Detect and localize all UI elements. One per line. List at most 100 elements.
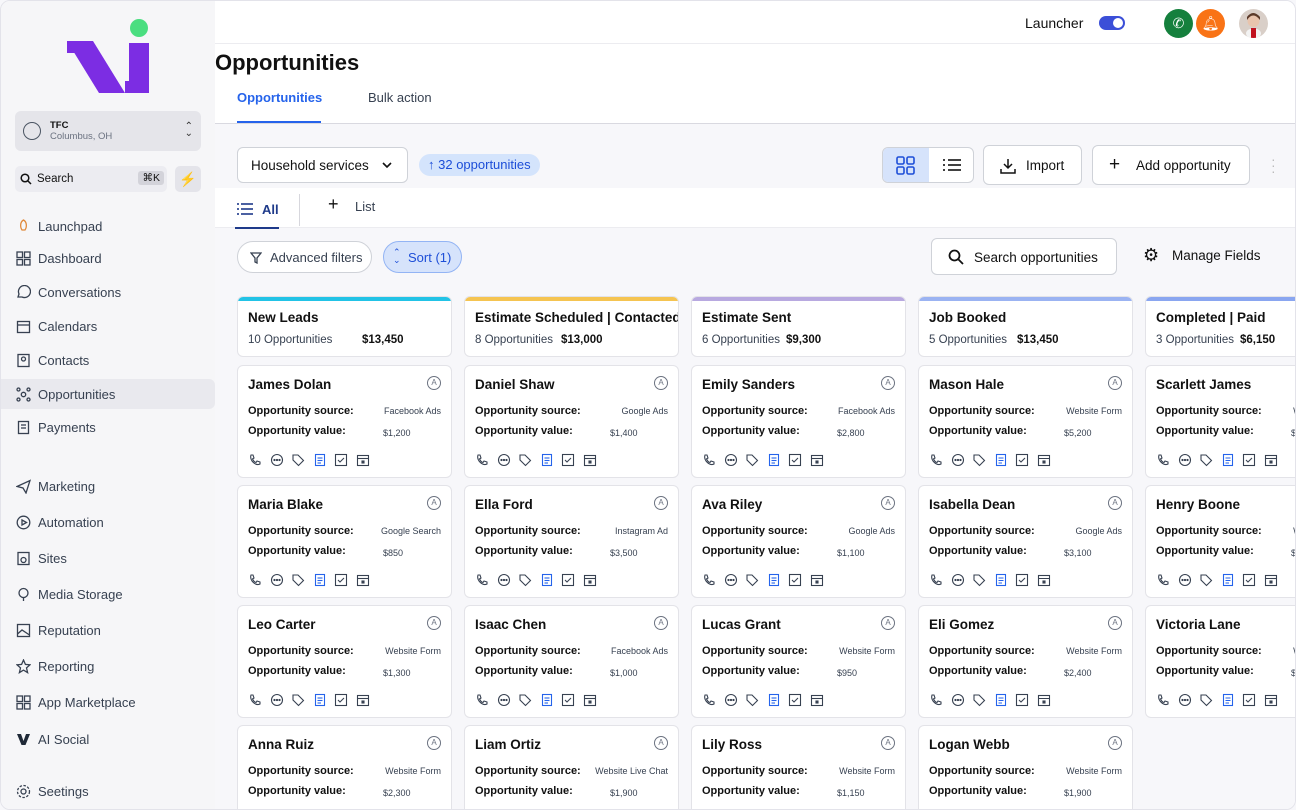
location-switcher[interactable]: TFC Columbus, OH ⌃ ⌄ [15,111,201,151]
calendar-icon[interactable] [583,693,597,707]
assign-user-icon[interactable]: A [1108,616,1122,630]
pipeline-dropdown[interactable]: Household services [237,147,408,183]
calendar-icon[interactable] [1037,573,1051,587]
launcher-toggle[interactable] [1099,16,1125,30]
phone-icon[interactable] [1156,573,1170,587]
opportunity-card[interactable]: Mason Hale A Opportunity source: Website Fo… [918,365,1133,478]
calendar-icon[interactable] [583,453,597,467]
assign-user-icon[interactable]: A [427,616,441,630]
phone-icon[interactable] [248,693,262,707]
calendar-icon[interactable] [810,573,824,587]
assign-user-icon[interactable]: A [881,376,895,390]
import-button[interactable]: Import [983,145,1082,185]
sidebar-item-opportunities[interactable]: Opportunities [1,379,215,409]
opportunity-card[interactable]: Eli Gomez A Opportunity source: Website For… [918,605,1133,718]
checkbox-icon[interactable] [334,573,348,587]
chat-icon[interactable] [270,453,284,467]
sidebar-item-reporting[interactable]: Reporting [1,651,215,681]
calendar-icon[interactable] [356,693,370,707]
note-icon[interactable] [994,693,1008,707]
checkbox-icon[interactable] [334,693,348,707]
sidebar-item-app-marketplace[interactable]: App Marketplace [1,687,215,717]
chat-icon[interactable] [951,693,965,707]
phone-icon[interactable] [248,453,262,467]
note-icon[interactable] [540,573,554,587]
calendar-icon[interactable] [810,693,824,707]
assign-user-icon[interactable]: A [881,736,895,750]
tag-icon[interactable] [518,693,532,707]
checkbox-icon[interactable] [561,693,575,707]
checkbox-icon[interactable] [788,693,802,707]
calendar-icon[interactable] [1037,693,1051,707]
phone-icon[interactable] [929,693,943,707]
opportunity-card[interactable]: Leo Carter A Opportunity source: Website Fo… [237,605,452,718]
tag-icon[interactable] [291,573,305,587]
sidebar-item-reputation[interactable]: Reputation [1,615,215,645]
checkbox-icon[interactable] [561,573,575,587]
tab-bulk-action[interactable]: Bulk action [368,90,432,105]
opportunity-card[interactable]: Anna Ruiz A Opportunity source: Website For… [237,725,452,809]
note-icon[interactable] [1221,453,1235,467]
tag-icon[interactable] [972,573,986,587]
checkbox-icon[interactable] [788,573,802,587]
calendar-icon[interactable] [583,573,597,587]
checkbox-icon[interactable] [788,453,802,467]
subtab-all[interactable]: All [262,202,279,217]
opportunity-card[interactable]: James Dolan A Opportunity source: Facebook … [237,365,452,478]
sidebar-item-launchpad[interactable]: Launchpad [1,211,215,241]
phone-icon[interactable]: ✆ [1164,9,1193,38]
sort-button[interactable]: ⌃ ⌄ Sort (1) [383,241,462,273]
sidebar-item-conversations[interactable]: Conversations [1,277,215,307]
sidebar-item-sites[interactable]: Sites [1,543,215,573]
advanced-filters-button[interactable]: Advanced filters [237,241,372,273]
note-icon[interactable] [313,453,327,467]
chat-icon[interactable] [270,573,284,587]
sidebar-item-contacts[interactable]: Contacts [1,345,215,375]
opportunity-card[interactable]: Ava Riley A Opportunity source: Google Ads O… [691,485,906,598]
sidebar-item-seetings[interactable]: Seetings [1,776,215,806]
note-icon[interactable] [767,693,781,707]
calendar-icon[interactable] [1037,453,1051,467]
note-icon[interactable] [994,453,1008,467]
tag-icon[interactable] [972,693,986,707]
phone-icon[interactable] [929,453,943,467]
phone-icon[interactable] [702,453,716,467]
chat-icon[interactable] [1178,693,1192,707]
note-icon[interactable] [994,573,1008,587]
user-avatar[interactable] [1239,9,1268,38]
note-icon[interactable] [540,693,554,707]
checkbox-icon[interactable] [1242,693,1256,707]
tab-opportunities[interactable]: Opportunities [237,90,322,105]
assign-user-icon[interactable]: A [427,496,441,510]
note-icon[interactable] [313,693,327,707]
tag-icon[interactable] [291,693,305,707]
tag-icon[interactable] [1199,453,1213,467]
opportunity-card[interactable]: Daniel Shaw A Opportunity source: Google Ad… [464,365,679,478]
note-icon[interactable] [767,573,781,587]
bell-icon[interactable]: 🔔︎ [1196,9,1225,38]
checkbox-icon[interactable] [1015,453,1029,467]
opportunity-card[interactable]: Emily Sanders A Opportunity source: Faceboo… [691,365,906,478]
chat-icon[interactable] [1178,573,1192,587]
tag-icon[interactable] [745,453,759,467]
opportunity-card[interactable]: Isabella Dean A Opportunity source: Google … [918,485,1133,598]
note-icon[interactable] [540,453,554,467]
opportunity-card[interactable]: Liam Ortiz A Opportunity source: Website Li… [464,725,679,809]
chat-icon[interactable] [951,573,965,587]
tag-icon[interactable] [745,573,759,587]
assign-user-icon[interactable]: A [427,736,441,750]
note-icon[interactable] [313,573,327,587]
sidebar-item-automation[interactable]: Automation [1,507,215,537]
phone-icon[interactable] [1156,693,1170,707]
tag-icon[interactable] [518,573,532,587]
tag-icon[interactable] [745,693,759,707]
assign-user-icon[interactable]: A [654,736,668,750]
note-icon[interactable] [1221,573,1235,587]
chat-icon[interactable] [724,573,738,587]
note-icon[interactable] [1221,693,1235,707]
chat-icon[interactable] [497,453,511,467]
phone-icon[interactable] [702,573,716,587]
sidebar-item-calendars[interactable]: Calendars [1,311,215,341]
more-options-icon[interactable]: · · · [1271,152,1276,178]
opportunity-card[interactable]: Maria Blake A Opportunity source: Google Se… [237,485,452,598]
